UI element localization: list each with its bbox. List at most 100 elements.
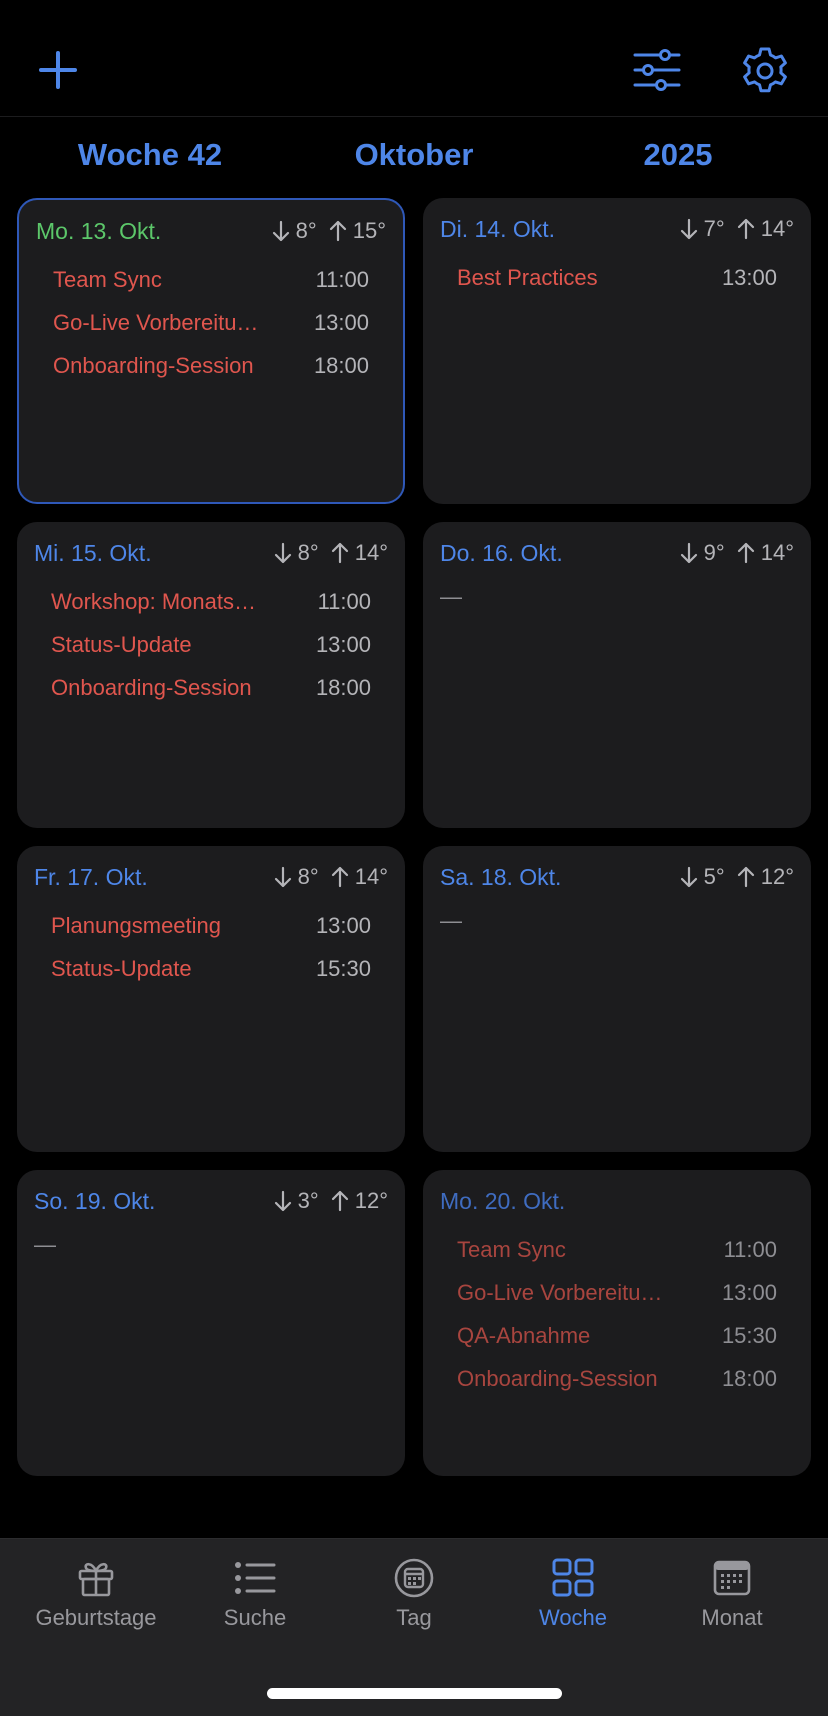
temp-high: 14° — [354, 864, 388, 889]
arrow-down-icon — [274, 542, 291, 564]
temp-low: 3° — [297, 1188, 319, 1213]
event-list: Workshop: Monats… 11:00 Status-Update 13… — [51, 580, 371, 709]
tab-suche[interactable]: Suche — [175, 1557, 335, 1637]
event-time: 11:00 — [723, 1236, 777, 1262]
event-time: 18:00 — [315, 674, 371, 700]
no-events-dash: — — [440, 584, 462, 609]
event-item[interactable]: Go-Live Vorbereitu… 13:00 — [457, 1271, 777, 1314]
event-title: Team Sync — [53, 266, 162, 292]
grid-icon — [552, 1558, 594, 1597]
tab-monat[interactable]: Monat — [652, 1557, 812, 1637]
arrow-down-icon — [680, 866, 697, 888]
event-title: QA-Abnahme — [457, 1322, 591, 1348]
event-item[interactable]: Go-Live Vorbereitu… 13:00 — [53, 301, 369, 344]
event-time: 15:30 — [315, 955, 371, 981]
event-title: Onboarding-Session — [51, 674, 252, 700]
event-time: 18:00 — [313, 352, 369, 378]
day-card-mon-20[interactable]: Mo. 20. Okt. Team Sync 11:00 Go-Live Vor… — [423, 1170, 811, 1476]
day-date: Di. 14. Okt. — [440, 215, 556, 242]
event-time: 11:00 — [317, 588, 371, 614]
weather-range: 8° 14° — [274, 864, 388, 890]
day-date: Mo. 13. Okt. — [36, 217, 162, 244]
event-item[interactable]: Onboarding-Session 18:00 — [51, 666, 371, 709]
event-title: Team Sync — [457, 1236, 566, 1262]
arrow-down-icon — [274, 866, 291, 888]
temp-high: 12° — [760, 864, 794, 889]
no-events-dash: — — [440, 908, 462, 933]
arrow-up-icon — [737, 866, 754, 888]
list-icon — [235, 1562, 276, 1594]
day-header: Do. 16. Okt. 9° 14° — [440, 536, 794, 570]
add-event-button[interactable] — [34, 46, 82, 94]
event-title: Onboarding-Session — [53, 352, 254, 378]
day-card-thu-16[interactable]: Do. 16. Okt. 9° 14° — — [423, 522, 811, 828]
weather-range: 7° 14° — [680, 216, 794, 242]
temp-high: 14° — [760, 540, 794, 565]
event-item[interactable]: QA-Abnahme 15:30 — [457, 1314, 777, 1357]
event-item[interactable]: Onboarding-Session 18:00 — [457, 1357, 777, 1400]
sliders-icon — [633, 49, 681, 91]
arrow-up-icon — [331, 542, 348, 564]
day-date: Mo. 20. Okt. — [440, 1187, 566, 1214]
temp-low: 9° — [703, 540, 725, 565]
weather-range: 8° 15° — [272, 218, 386, 244]
event-time: 13:00 — [315, 631, 371, 657]
day-header: Sa. 18. Okt. 5° 12° — [440, 860, 794, 894]
plus-icon — [39, 51, 77, 89]
day-card-wed-15[interactable]: Mi. 15. Okt. 8° 14° Workshop: Monats… 11… — [17, 522, 405, 828]
filter-button[interactable] — [632, 46, 682, 94]
event-item[interactable]: Planungsmeeting 13:00 — [51, 904, 371, 947]
tab-label: Tag — [396, 1605, 432, 1630]
event-title: Onboarding-Session — [457, 1365, 658, 1391]
tab-geburtstage[interactable]: Geburtstage — [16, 1557, 176, 1637]
calendar-day-icon — [394, 1558, 434, 1598]
weather-range: 9° 14° — [680, 540, 794, 566]
arrow-up-icon — [737, 542, 754, 564]
day-header: Fr. 17. Okt. 8° 14° — [34, 860, 388, 894]
gear-icon — [743, 47, 787, 93]
day-card-fri-17[interactable]: Fr. 17. Okt. 8° 14° Planungsmeeting 13:0… — [17, 846, 405, 1152]
month-label[interactable]: Oktober — [264, 130, 564, 180]
no-events-dash: — — [34, 1232, 56, 1257]
event-title: Go-Live Vorbereitu… — [457, 1279, 663, 1305]
event-list: Best Practices 13:00 — [457, 256, 777, 299]
event-item[interactable]: Status-Update 13:00 — [51, 623, 371, 666]
event-item[interactable]: Best Practices 13:00 — [457, 256, 777, 299]
tab-label: Woche — [538, 1605, 608, 1630]
tab-label: Geburtstage — [35, 1605, 157, 1630]
day-header: Di. 14. Okt. 7° 14° — [440, 212, 794, 246]
day-header: Mi. 15. Okt. 8° 14° — [34, 536, 388, 570]
tab-tag[interactable]: Tag — [334, 1557, 494, 1637]
arrow-up-icon — [331, 866, 348, 888]
event-title: Status-Update — [51, 631, 192, 657]
day-card-sun-19[interactable]: So. 19. Okt. 3° 12° — — [17, 1170, 405, 1476]
event-item[interactable]: Onboarding-Session 18:00 — [53, 344, 369, 387]
day-card-mon-13[interactable]: Mo. 13. Okt. 8° 15° Team Sync 11:00 Go-L… — [17, 198, 405, 504]
settings-button[interactable] — [739, 45, 791, 97]
event-item[interactable]: Status-Update 15:30 — [51, 947, 371, 990]
top-toolbar — [0, 0, 828, 117]
week-number-label[interactable]: Woche 42 — [0, 130, 300, 180]
day-card-tue-14[interactable]: Di. 14. Okt. 7° 14° Best Practices 13:00 — [423, 198, 811, 504]
arrow-down-icon — [680, 218, 697, 240]
tab-woche[interactable]: Woche — [493, 1557, 653, 1637]
temp-low: 5° — [703, 864, 725, 889]
event-item[interactable]: Team Sync 11:00 — [457, 1228, 777, 1271]
arrow-up-icon — [329, 220, 346, 242]
temp-low: 8° — [297, 864, 319, 889]
event-time: 13:00 — [313, 309, 369, 335]
year-label[interactable]: 2025 — [528, 130, 828, 180]
day-header: Mo. 20. Okt. — [440, 1184, 794, 1218]
tab-label: Monat — [701, 1605, 763, 1630]
week-grid: Mo. 13. Okt. 8° 15° Team Sync 11:00 Go-L… — [17, 198, 811, 1476]
temp-low: 7° — [703, 216, 725, 241]
weather-range: 3° 12° — [274, 1188, 388, 1214]
day-header: Mo. 13. Okt. 8° 15° — [36, 214, 386, 248]
arrow-down-icon — [272, 220, 289, 242]
day-date: So. 19. Okt. — [34, 1187, 156, 1214]
home-indicator[interactable] — [267, 1688, 562, 1699]
event-item[interactable]: Team Sync 11:00 — [53, 258, 369, 301]
event-time: 11:00 — [315, 266, 369, 292]
event-item[interactable]: Workshop: Monats… 11:00 — [51, 580, 371, 623]
day-card-sat-18[interactable]: Sa. 18. Okt. 5° 12° — — [423, 846, 811, 1152]
